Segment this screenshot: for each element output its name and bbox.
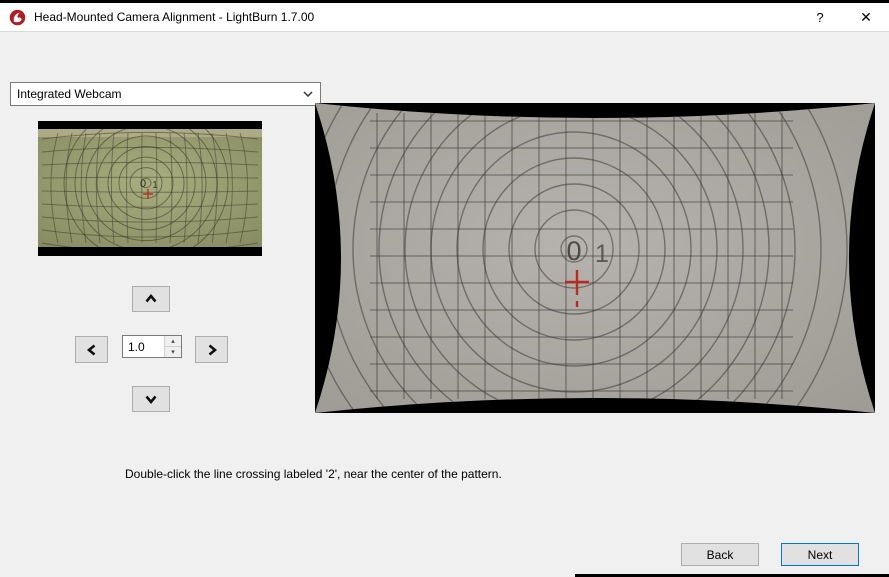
chevron-left-icon	[84, 342, 100, 358]
next-button[interactable]: Next	[781, 543, 859, 566]
preview-ring-label: 1	[152, 180, 158, 191]
close-button[interactable]: ✕	[849, 3, 883, 31]
window-title: Head-Mounted Camera Alignment - LightBur…	[34, 10, 314, 24]
nudge-left-button[interactable]	[75, 336, 108, 363]
nudge-amount-spinbox: ▴ ▾	[122, 335, 182, 358]
chevron-down-icon	[303, 91, 313, 97]
spin-down-button[interactable]: ▾	[165, 346, 181, 357]
chevron-down-icon	[143, 391, 159, 407]
pattern-center-label: 0	[566, 236, 581, 266]
nudge-down-button[interactable]	[132, 386, 170, 412]
camera-alignment-dialog: Head-Mounted Camera Alignment - LightBur…	[0, 0, 889, 577]
camera-select[interactable]: Integrated Webcam	[10, 82, 321, 106]
back-button[interactable]: Back	[681, 543, 759, 566]
chevron-right-icon	[204, 342, 220, 358]
help-button[interactable]: ?	[803, 3, 837, 31]
lightburn-logo-icon	[9, 9, 26, 26]
nudge-up-button[interactable]	[132, 286, 170, 312]
spinner-buttons: ▴ ▾	[164, 336, 181, 357]
pattern-ring-label: 1	[595, 240, 609, 268]
camera-select-value: Integrated Webcam	[17, 87, 122, 101]
titlebar[interactable]: Head-Mounted Camera Alignment - LightBur…	[0, 3, 889, 32]
chevron-up-icon	[143, 291, 159, 307]
nudge-amount-input[interactable]	[123, 336, 164, 357]
camera-preview: 0 1	[38, 121, 262, 256]
triangle-up-icon: ▴	[171, 338, 175, 345]
spin-up-button[interactable]: ▴	[165, 336, 181, 346]
triangle-down-icon: ▾	[171, 349, 175, 356]
preview-center-label: 0	[140, 178, 146, 190]
instruction-text: Double-click the line crossing labeled '…	[125, 467, 502, 481]
nudge-right-button[interactable]	[195, 336, 228, 363]
calibration-view[interactable]: 0 1	[315, 103, 875, 413]
